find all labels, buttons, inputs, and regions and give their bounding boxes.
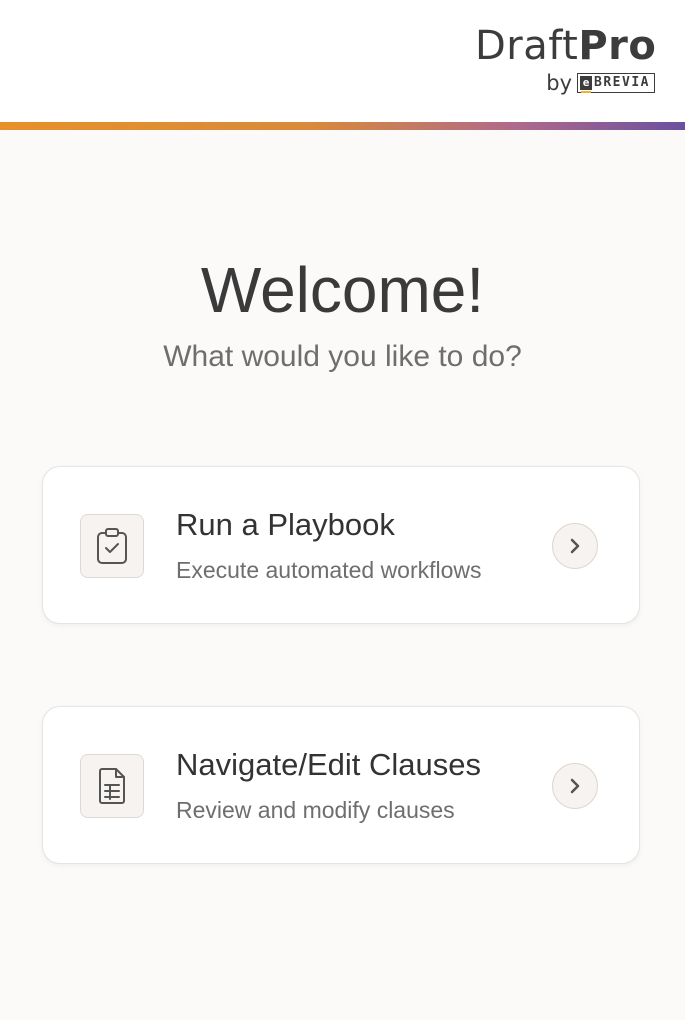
app-header: DraftPro by e BREVIA xyxy=(0,0,685,122)
logo-text-bold: Pro xyxy=(578,23,657,69)
card-description: Execute automated workflows xyxy=(176,557,482,583)
chevron-right-icon[interactable] xyxy=(552,763,598,809)
navigate-edit-clauses-card[interactable]: Navigate/Edit Clauses Review and modify … xyxy=(42,706,640,864)
logo-by-text: by xyxy=(546,71,573,95)
card-description: Review and modify clauses xyxy=(176,797,455,823)
ebrevia-name: BREVIA xyxy=(594,75,650,90)
ebrevia-logo: e BREVIA xyxy=(577,73,655,93)
page-subtitle: What would you like to do? xyxy=(163,340,522,373)
document-icon xyxy=(80,754,144,818)
logo-byline: by e BREVIA xyxy=(475,70,655,96)
ebrevia-e-mark: e xyxy=(580,76,593,93)
card-title: Navigate/Edit Clauses xyxy=(176,747,481,782)
header-accent-bar xyxy=(0,122,685,130)
logo-wordmark: DraftPro xyxy=(475,22,657,70)
logo-text-light: Draft xyxy=(475,23,579,69)
run-playbook-card[interactable]: Run a Playbook Execute automated workflo… xyxy=(42,466,640,624)
chevron-right-icon[interactable] xyxy=(552,523,598,569)
page-title: Welcome! xyxy=(200,254,485,326)
clipboard-check-icon xyxy=(80,514,144,578)
draftpro-logo: DraftPro by e BREVIA xyxy=(475,22,657,96)
card-title: Run a Playbook xyxy=(176,507,395,542)
